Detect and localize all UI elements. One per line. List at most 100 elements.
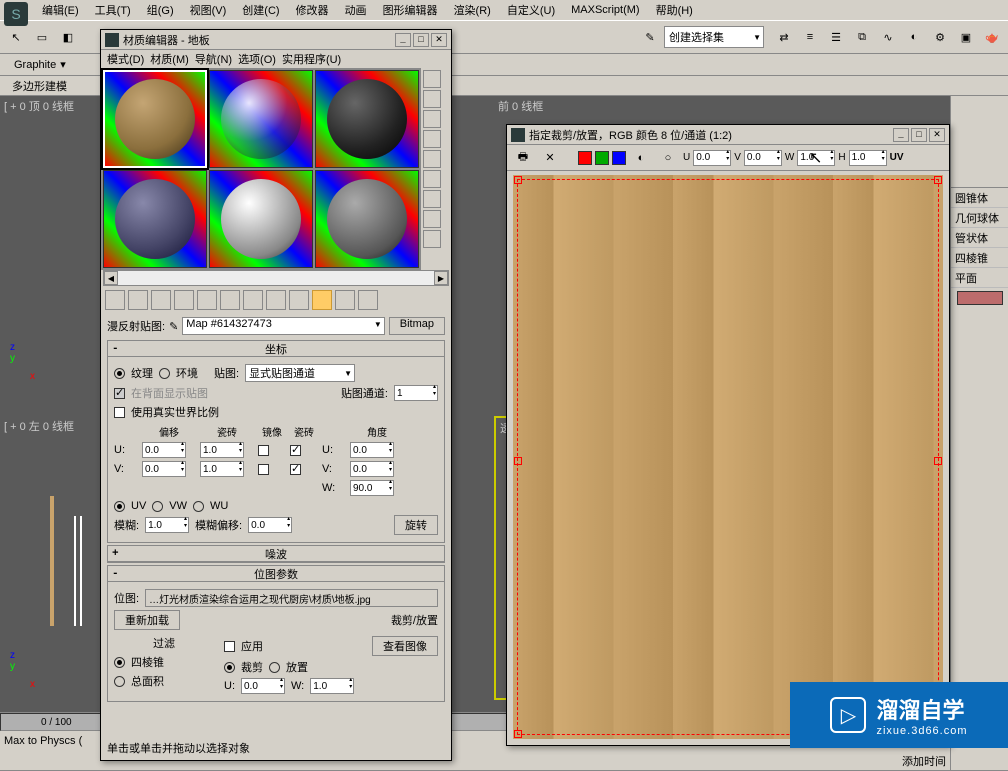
menu-view[interactable]: 视图(V) [182, 2, 235, 18]
crop-maximize-button[interactable]: □ [911, 128, 927, 142]
wu-radio[interactable] [193, 501, 204, 512]
color-swatch[interactable] [957, 291, 1003, 305]
v-angle-spinner[interactable]: 0.0 [350, 461, 394, 477]
crop-w-field[interactable]: 1.0 [797, 150, 835, 166]
crop-rectangle[interactable] [517, 179, 939, 735]
schematic-icon[interactable]: ⧉ [850, 25, 874, 49]
cmd-geosphere[interactable]: 几何球体 [951, 208, 1008, 228]
window-cross-icon[interactable]: ◧ [56, 25, 80, 49]
map-name-dropdown[interactable]: Map #614327473 [182, 317, 384, 335]
menu-help[interactable]: 帮助(H) [648, 2, 701, 18]
select-by-mat-icon[interactable] [423, 210, 441, 228]
bitmap-rollout-header[interactable]: 位图参数 [108, 566, 444, 582]
menu-group[interactable]: 组(G) [139, 2, 182, 18]
crop-handle-tr[interactable] [934, 176, 942, 184]
clear-icon[interactable]: ✕ [538, 146, 562, 170]
render-setup-icon[interactable]: ⚙ [928, 25, 952, 49]
crop-close-button[interactable]: ✕ [929, 128, 945, 142]
reload-button[interactable]: 重新加载 [114, 610, 180, 630]
v-offset-spinner[interactable]: 0.0 [142, 461, 186, 477]
crop-handle-tl[interactable] [514, 176, 522, 184]
place-radio[interactable] [269, 662, 280, 673]
print-icon[interactable]: 🖶 [511, 146, 535, 170]
align-icon[interactable]: ≡ [798, 25, 822, 49]
minimize-button[interactable]: _ [395, 33, 411, 47]
slot-hscroll[interactable]: ◀ ▶ [103, 270, 449, 286]
crop-h-field[interactable]: 1.0 [849, 150, 887, 166]
crop-radio[interactable] [224, 662, 235, 673]
mono-icon[interactable]: ○ [656, 146, 680, 170]
cmd-tube[interactable]: 管状体 [951, 228, 1008, 248]
options-icon[interactable] [423, 190, 441, 208]
crop-w-spinner[interactable]: 1.0 [310, 678, 354, 694]
go-parent-icon[interactable] [335, 290, 355, 310]
crop-titlebar[interactable]: 指定裁剪/放置，RGB 颜色 8 位/通道 (1:2) _ □ ✕ [507, 125, 949, 145]
v-mirror-checkbox[interactable] [258, 464, 269, 475]
u-angle-spinner[interactable]: 0.0 [350, 442, 394, 458]
assign-icon[interactable] [151, 290, 171, 310]
cmd-plane[interactable]: 平面 [951, 268, 1008, 288]
texture-radio[interactable] [114, 368, 125, 379]
blur-offset-spinner[interactable]: 0.0 [248, 517, 292, 533]
scroll-left-icon[interactable]: ◀ [104, 271, 118, 285]
view-image-button[interactable]: 查看图像 [372, 636, 438, 656]
select-tool-icon[interactable]: ↖ [4, 25, 28, 49]
rect-select-icon[interactable]: ▭ [30, 25, 54, 49]
crop-u-spinner[interactable]: 0.0 [241, 678, 285, 694]
mat-id-icon[interactable] [266, 290, 286, 310]
mat-menu-nav[interactable]: 导航(N) [193, 51, 234, 67]
poly-modeling-label[interactable]: 多边形建模 [12, 78, 67, 94]
v-tile-checkbox[interactable] [290, 464, 301, 475]
put-to-lib-icon[interactable] [243, 290, 263, 310]
curve-editor-icon[interactable]: ∿ [876, 25, 900, 49]
w-angle-spinner[interactable]: 90.0 [350, 480, 394, 496]
video-color-icon[interactable] [423, 150, 441, 168]
map-type-button[interactable]: Bitmap [389, 317, 445, 335]
crop-handle-bl[interactable] [514, 730, 522, 738]
mapping-dropdown[interactable]: 显式贴图通道 [245, 364, 355, 382]
mat-slot-5[interactable] [209, 170, 313, 268]
mat-menu-material[interactable]: 材质(M) [148, 51, 191, 67]
render-icon[interactable]: 🫖 [980, 25, 1004, 49]
green-channel-button[interactable] [595, 151, 609, 165]
cmd-cone[interactable]: 圆锥体 [951, 188, 1008, 208]
environment-radio[interactable] [159, 368, 170, 379]
red-channel-button[interactable] [578, 151, 592, 165]
mirror-icon[interactable]: ⇄ [772, 25, 796, 49]
apply-checkbox[interactable] [224, 641, 235, 652]
show-map-icon[interactable] [289, 290, 309, 310]
menu-create[interactable]: 创建(C) [234, 2, 287, 18]
backlight-icon[interactable] [423, 90, 441, 108]
sample-type-icon[interactable] [423, 70, 441, 88]
crop-handle-r[interactable] [934, 457, 942, 465]
mat-slot-3[interactable] [315, 70, 419, 168]
menu-render[interactable]: 渲染(R) [446, 2, 499, 18]
sample-uv-icon[interactable] [423, 130, 441, 148]
reset-icon[interactable] [174, 290, 194, 310]
vw-radio[interactable] [152, 501, 163, 512]
u-tile-checkbox[interactable] [290, 445, 301, 456]
get-material-icon[interactable] [105, 290, 125, 310]
noise-rollout-header[interactable]: 噪波 [108, 546, 444, 562]
selection-set-dropdown[interactable]: 创建选择集 [664, 26, 764, 48]
make-unique-icon[interactable] [220, 290, 240, 310]
mat-menu-options[interactable]: 选项(O) [236, 51, 278, 67]
crop-handle-l[interactable] [514, 457, 522, 465]
mat-map-nav-icon[interactable] [423, 230, 441, 248]
cmd-pyramid[interactable]: 四棱锥 [951, 248, 1008, 268]
go-forward-icon[interactable] [358, 290, 378, 310]
maximize-button[interactable]: □ [413, 33, 429, 47]
crop-canvas[interactable] [513, 175, 943, 739]
show-end-result-icon[interactable] [312, 290, 332, 310]
brush-icon[interactable]: ✎ [638, 25, 662, 49]
menu-maxscript[interactable]: MAXScript(M) [563, 4, 647, 16]
menu-anim[interactable]: 动画 [337, 2, 375, 18]
close-button[interactable]: ✕ [431, 33, 447, 47]
crop-u-field[interactable]: 0.0 [693, 150, 731, 166]
put-to-scene-icon[interactable] [128, 290, 148, 310]
crop-minimize-button[interactable]: _ [893, 128, 909, 142]
uv-radio[interactable] [114, 501, 125, 512]
u-tile-spinner[interactable]: 1.0 [200, 442, 244, 458]
make-preview-icon[interactable] [423, 170, 441, 188]
material-editor-icon[interactable]: ◐ [902, 25, 926, 49]
